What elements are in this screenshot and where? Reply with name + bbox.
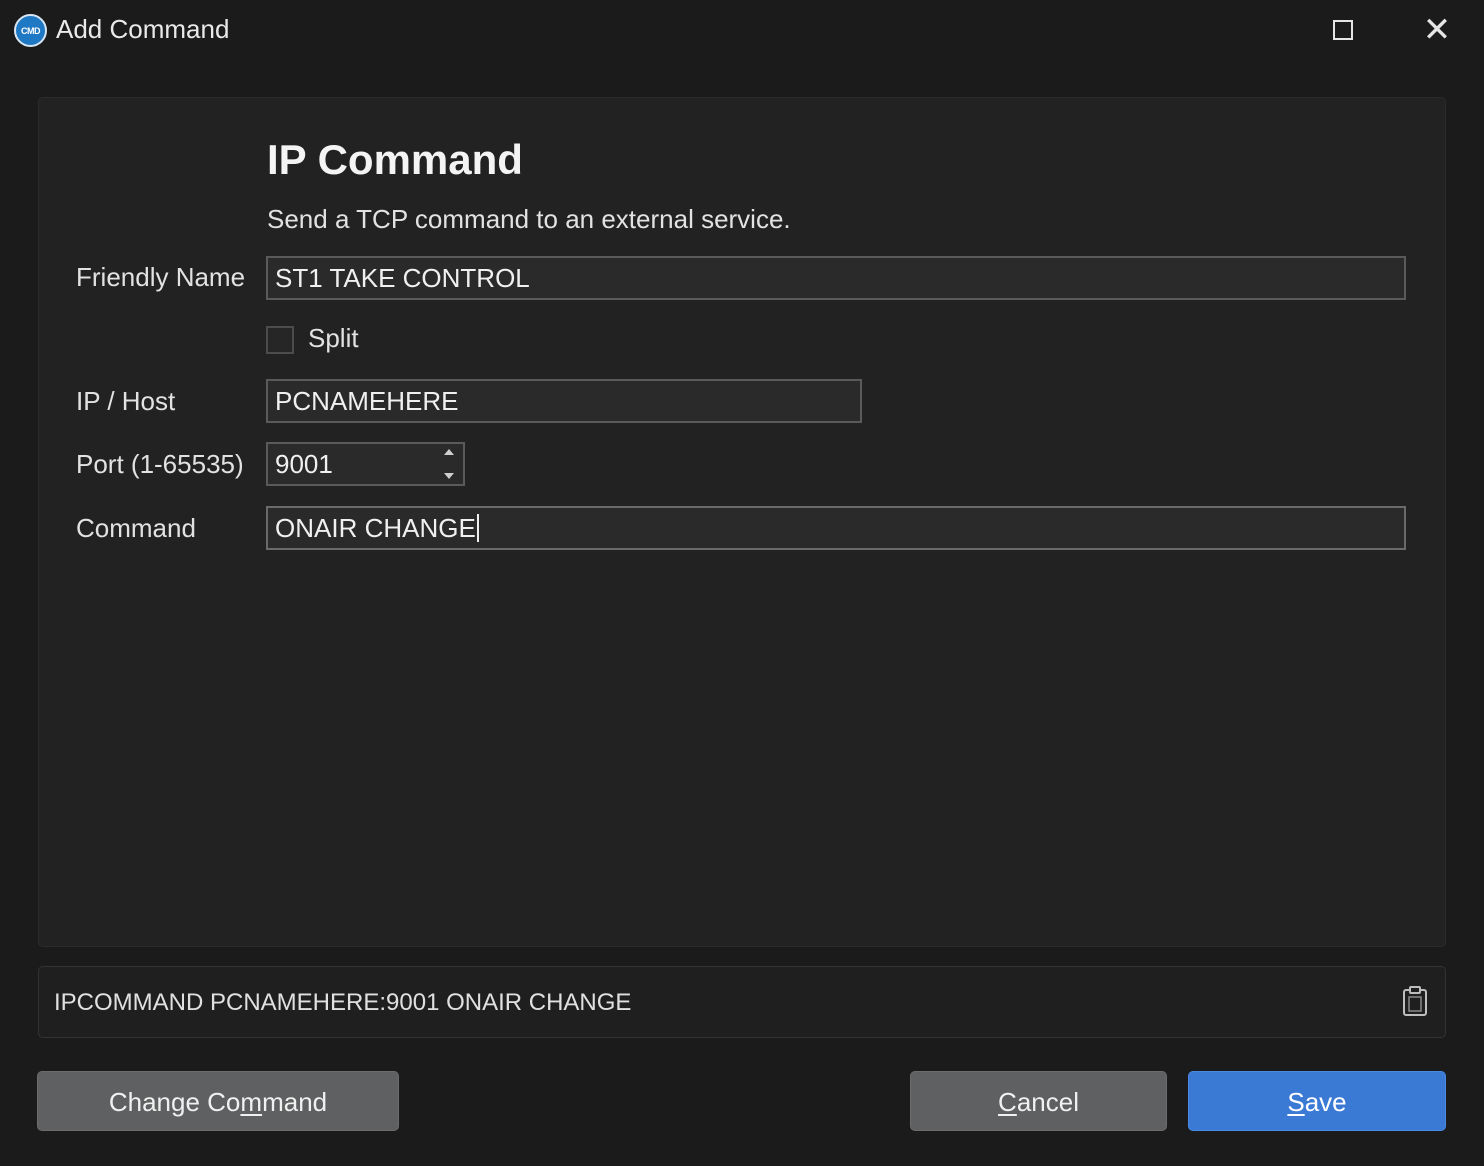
ip-host-input[interactable]: PCNAMEHERE	[266, 379, 862, 423]
command-label: Command	[76, 513, 196, 543]
command-type-description: Send a TCP command to an external servic…	[267, 204, 791, 234]
change-command-button[interactable]: Change Command	[37, 1071, 399, 1131]
add-command-dialog: CMD Add Command ✕ IP Command Send a TCP …	[0, 0, 1484, 1166]
command-preview-bar: IPCOMMAND PCNAMEHERE:9001 ONAIR CHANGE	[38, 966, 1446, 1038]
maximize-button[interactable]	[1320, 8, 1366, 52]
cancel-label-part: ancel	[1016, 1087, 1079, 1117]
clipboard-icon[interactable]	[1401, 985, 1429, 1017]
command-preview-text: IPCOMMAND PCNAMEHERE:9001 ONAIR CHANGE	[54, 989, 632, 1016]
save-label-part: ave	[1304, 1087, 1347, 1117]
title-bar: CMD Add Command ✕	[0, 0, 1484, 60]
app-logo-icon: CMD	[14, 14, 47, 47]
port-value: 9001	[275, 449, 333, 479]
save-accelerator: S	[1287, 1087, 1305, 1117]
command-value: ONAIR CHANGE	[275, 513, 476, 543]
close-icon: ✕	[1422, 11, 1452, 49]
change-command-label-part: Change Co	[108, 1087, 241, 1117]
ip-host-value: PCNAMEHERE	[275, 386, 459, 416]
friendly-name-input[interactable]: ST1 TAKE CONTROL	[266, 256, 1406, 300]
cancel-button[interactable]: Cancel	[910, 1071, 1167, 1131]
save-button[interactable]: Save	[1188, 1071, 1446, 1131]
friendly-name-value: ST1 TAKE CONTROL	[275, 263, 530, 293]
split-checkbox[interactable]	[266, 326, 294, 354]
split-checkbox-label[interactable]: Split	[308, 323, 359, 354]
close-button[interactable]: ✕	[1414, 8, 1460, 52]
window-title: Add Command	[56, 14, 230, 44]
change-command-label-part: mand	[262, 1087, 328, 1117]
change-command-accelerator: m	[240, 1087, 263, 1117]
friendly-name-label: Friendly Name	[76, 262, 246, 292]
spin-down-arrow-icon[interactable]	[444, 473, 454, 479]
port-spin-arrows	[443, 449, 455, 479]
port-label: Port (1-65535)	[76, 449, 244, 479]
command-input[interactable]: ONAIR CHANGE	[266, 506, 1406, 550]
spin-up-arrow-icon[interactable]	[444, 449, 454, 455]
ip-host-label: IP / Host	[76, 386, 176, 416]
cancel-accelerator: C	[998, 1087, 1017, 1117]
port-spinbox[interactable]: 9001	[266, 442, 465, 486]
maximize-icon	[1333, 20, 1353, 40]
command-type-heading: IP Command	[267, 136, 523, 183]
text-cursor	[476, 514, 479, 542]
